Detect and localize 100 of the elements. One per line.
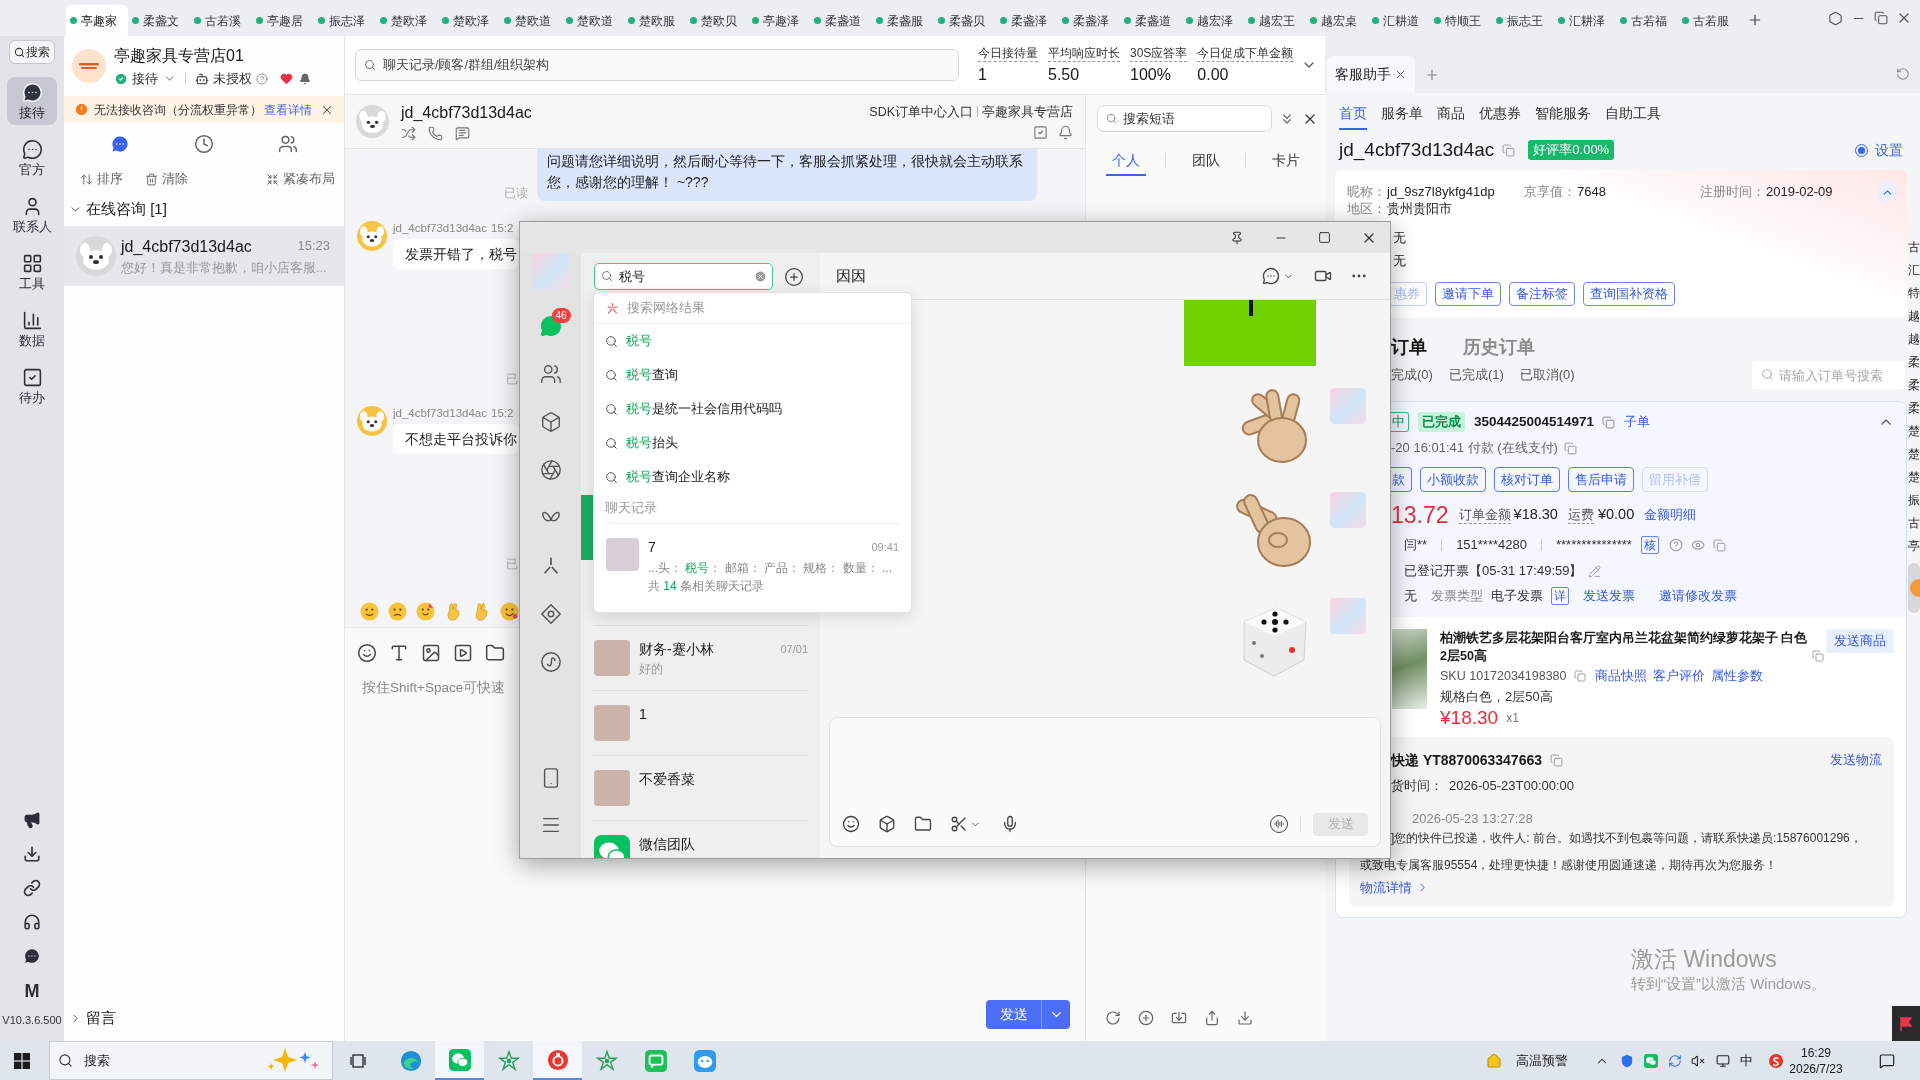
store-tab[interactable]: 振志泽 <box>314 5 376 36</box>
order-action-button[interactable]: 小额收款 <box>1420 467 1486 492</box>
nav-item[interactable]: 联系人 <box>7 191 57 239</box>
store-tab[interactable]: 古若服 <box>1678 5 1740 36</box>
image-icon[interactable] <box>421 643 441 663</box>
store-tab[interactable]: 柔盏服 <box>872 5 934 36</box>
panel-nav-tab[interactable]: 自助工具 <box>1605 98 1661 130</box>
start-icon[interactable] <box>14 1052 30 1069</box>
panel-nav-tab[interactable]: 商品 <box>1437 98 1465 130</box>
message-icon[interactable] <box>455 125 470 141</box>
store-tab[interactable]: 楚欧服 <box>624 5 686 36</box>
logistics-detail-link[interactable]: 物流详情 <box>1360 878 1429 898</box>
store-tab[interactable]: 柔盏贝 <box>934 5 996 36</box>
emoji-icon[interactable] <box>388 601 407 621</box>
session-item[interactable]: jd_4cbf73d13d4ac 15:23 您好！真是非常抱歉，咱小店客服... <box>64 226 344 286</box>
search-suggestion[interactable]: 税号是统一社会信用代码吗 <box>594 392 911 426</box>
panel-nav-tab[interactable]: 优惠券 <box>1479 98 1521 130</box>
sort-button[interactable]: 排序 <box>80 169 123 189</box>
heart-icon[interactable] <box>280 72 293 85</box>
compact-layout-button[interactable]: 紧凑布局 <box>266 169 335 189</box>
panel-nav-tab[interactable]: 智能服务 <box>1535 98 1591 130</box>
search-suggestion[interactable]: 税号抬头 <box>594 426 911 460</box>
folder-icon[interactable] <box>914 815 932 833</box>
contacts-icon[interactable] <box>539 363 562 385</box>
store-tab[interactable]: 亭趣居 <box>252 5 314 36</box>
tab-list-item[interactable]: 特 <box>1908 282 1920 305</box>
nav-item[interactable]: 待办 <box>7 362 57 410</box>
conversation-item[interactable]: 不爱香菜 <box>581 756 820 820</box>
mute-icon[interactable] <box>1691 1053 1705 1068</box>
store-tab[interactable]: 柔盏泽 <box>996 5 1058 36</box>
tab-list-item[interactable]: 柔 <box>1908 374 1920 397</box>
invoice-link[interactable]: 邀请修改发票 <box>1659 586 1737 606</box>
tab-list-item[interactable]: 古 <box>1908 512 1920 535</box>
header-link[interactable]: SDK订单中心入口 <box>869 103 973 120</box>
tab-list-item[interactable]: 楚 <box>1908 466 1920 489</box>
search-field[interactable]: 搜索短语 <box>1097 105 1272 132</box>
video-icon[interactable] <box>453 643 473 663</box>
store-tab[interactable]: 柔盏文 <box>128 5 190 36</box>
search-field[interactable]: 税号 <box>594 263 773 290</box>
emoji-icon[interactable] <box>357 643 377 663</box>
order-action-button[interactable]: 核对订单 <box>1494 467 1560 492</box>
weather-alert[interactable]: 高温预警 <box>1516 1050 1568 1071</box>
header-link[interactable]: 亭趣家具专营店 <box>982 103 1073 120</box>
add-tab-icon[interactable] <box>1747 12 1763 28</box>
nav-item[interactable]: 工具 <box>7 248 57 296</box>
order-filter[interactable]: 完成(0) <box>1391 365 1433 385</box>
store-tab[interactable]: 柔盏道 <box>1120 5 1182 36</box>
detail-tag[interactable]: 详 <box>1551 587 1569 605</box>
product-link[interactable]: 商品快照 <box>1594 666 1647 686</box>
chat-bot-icon[interactable] <box>23 947 41 965</box>
action-button[interactable]: 备注标签 <box>1509 282 1575 306</box>
store-tab[interactable]: 古若溪 <box>190 5 252 36</box>
link-icon[interactable] <box>23 879 41 897</box>
taskbar-app[interactable] <box>435 1041 484 1080</box>
transfer-icon[interactable] <box>401 125 416 141</box>
emoji-icon[interactable] <box>360 601 379 621</box>
sub-order-link[interactable]: 子单 <box>1624 412 1651 432</box>
download-icon[interactable] <box>1237 1010 1253 1026</box>
order-tab[interactable]: 订单 <box>1391 335 1427 359</box>
headset-icon[interactable] <box>23 913 41 931</box>
order-search-field[interactable]: 请输入订单号搜索 <box>1752 361 1905 389</box>
store-tab[interactable]: 振志王 <box>1492 5 1554 36</box>
maximize-icon[interactable] <box>1318 231 1331 244</box>
session-tab[interactable] <box>278 134 298 154</box>
radio-icon[interactable] <box>1855 143 1868 157</box>
conversation-item[interactable]: 1 <box>581 691 820 755</box>
diamond-icon[interactable] <box>539 603 562 625</box>
cube-icon[interactable] <box>878 815 896 833</box>
store-tab[interactable]: 楚欧泽 <box>376 5 438 36</box>
add-icon[interactable] <box>1138 1010 1154 1026</box>
folder-icon[interactable] <box>485 643 505 663</box>
emoji-icon[interactable] <box>842 815 860 833</box>
tab-list-item[interactable]: 楚 <box>1908 443 1920 466</box>
tab-list-item[interactable]: 越 <box>1908 328 1920 351</box>
send-button[interactable]: 发送 <box>986 1000 1041 1029</box>
checklist-icon[interactable] <box>1033 124 1048 140</box>
tab-list-item[interactable]: 柔 <box>1908 397 1920 420</box>
panel-tab[interactable]: 客服助手 <box>1327 56 1415 93</box>
tab-list-item[interactable]: 古 <box>1908 236 1920 259</box>
search-field[interactable]: 聊天记录/顾客/群组/组织架构 <box>355 49 959 81</box>
nav-item[interactable]: 官方 <box>7 134 57 182</box>
amount-detail-link[interactable]: 金额明细 <box>1644 505 1697 525</box>
download-icon[interactable] <box>23 845 41 863</box>
conversation-item[interactable]: 财务-蹇小林 07/01 好的 <box>581 626 820 690</box>
input-language[interactable]: 中 <box>1740 1050 1753 1071</box>
message-input[interactable]: 按住Shift+Space可快速 <box>362 678 518 698</box>
details-link[interactable]: 查看详情 <box>264 100 312 119</box>
panel-nav-tab[interactable]: 首页 <box>1339 98 1367 130</box>
flag-icon[interactable] <box>1892 1006 1920 1041</box>
nav-item[interactable]: 接待 <box>7 77 57 125</box>
phrase-tab[interactable]: 个人 <box>1105 146 1146 176</box>
refresh-icon[interactable] <box>1896 67 1910 81</box>
phrase-tab[interactable]: 团队 <box>1185 146 1226 176</box>
order-filter[interactable]: 已取消(0) <box>1519 365 1575 385</box>
emoji-icon[interactable] <box>500 601 519 621</box>
group-header[interactable]: 在线咨询 [1] <box>64 193 344 226</box>
settings-icon[interactable] <box>1828 10 1843 26</box>
network-icon[interactable] <box>1716 1053 1730 1068</box>
store-tab[interactable]: 汇耕泽 <box>1554 5 1616 36</box>
swirl-icon[interactable] <box>539 651 562 673</box>
